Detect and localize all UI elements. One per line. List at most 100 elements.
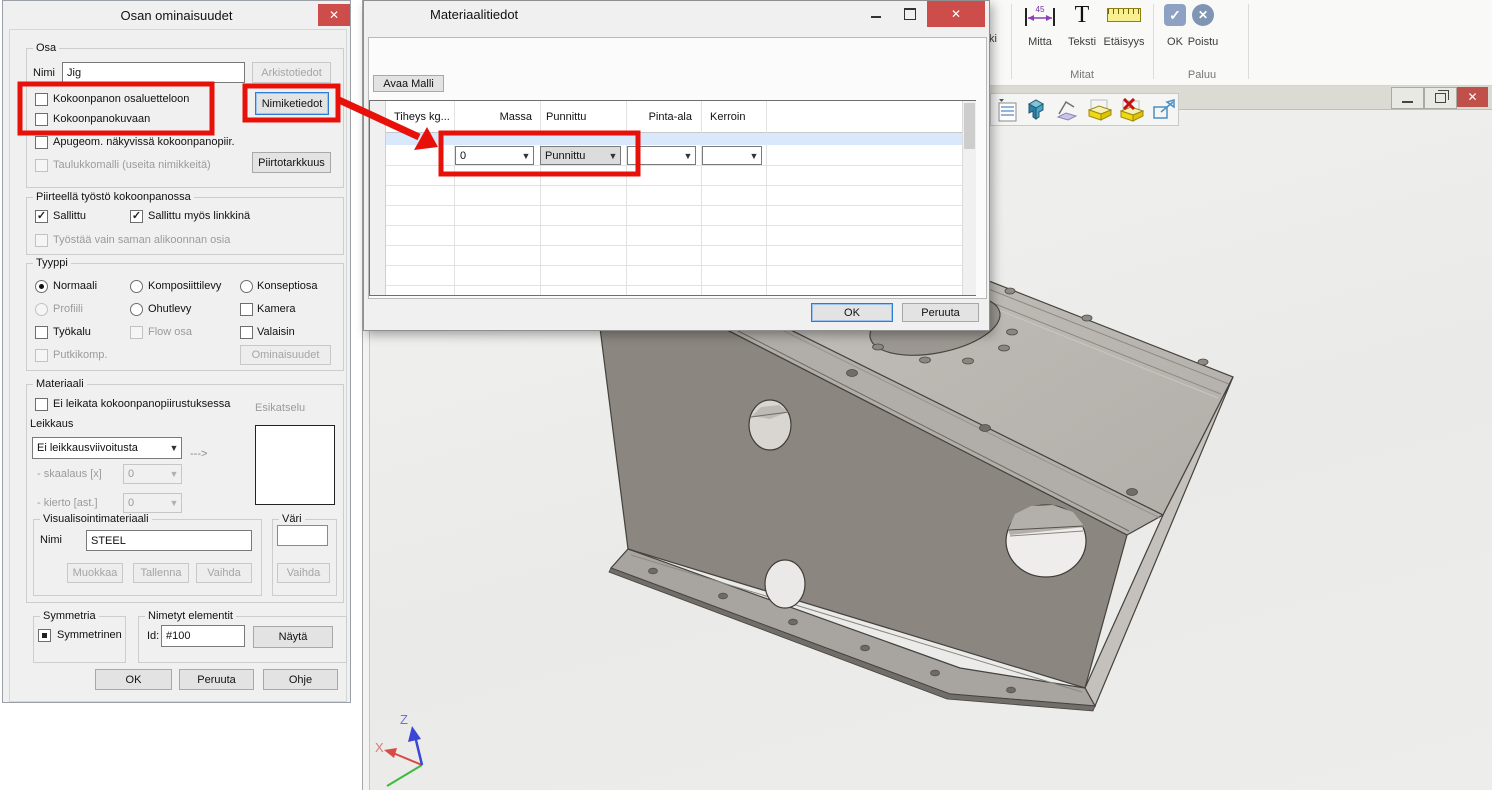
- color-swatch: [277, 525, 328, 546]
- leikkaus-dropdown[interactable]: Ei leikkausviivoitusta▼: [32, 437, 182, 459]
- dialog-title: Osan ominaisuudet: [3, 9, 350, 22]
- text-icon[interactable]: T: [1068, 1, 1096, 29]
- checkbox-putkikomp[interactable]: [35, 349, 48, 362]
- ominaisuudet-button[interactable]: Ominaisuudet: [240, 345, 331, 365]
- close-icon[interactable]: ✕: [318, 4, 350, 26]
- checkbox-apugeom-label: Apugeom. näkyvissä kokoonpanopiir.: [53, 136, 235, 149]
- punnittu-dropdown[interactable]: Punnittu▼: [540, 146, 621, 165]
- dialog-titlebar[interactable]: Osan ominaisuudet: [3, 1, 350, 29]
- skaalaus-dropdown[interactable]: 0▼: [123, 464, 182, 484]
- ok-button[interactable]: OK: [95, 669, 172, 690]
- export-geometry-icon[interactable]: [1151, 98, 1178, 122]
- vis-material-field[interactable]: STEEL: [86, 530, 252, 551]
- checkbox-symmetrinen-label: Symmetrinen: [57, 629, 122, 642]
- model-list-icon[interactable]: [997, 98, 1018, 122]
- poistu-button[interactable]: Poistu: [1183, 36, 1223, 48]
- checkbox-flow-osa[interactable]: [130, 326, 143, 339]
- checkbox-kamera[interactable]: [240, 303, 253, 316]
- delete-solid-icon[interactable]: [1118, 98, 1145, 122]
- esikatselu-label: Esikatselu: [255, 402, 305, 415]
- chevron-down-icon: ▼: [519, 151, 533, 161]
- leikkaus-dropdown-value: Ei leikkausviivoitusta: [37, 442, 138, 454]
- col-kerroin[interactable]: Kerroin: [710, 111, 745, 124]
- chevron-down-icon: ▼: [167, 469, 181, 479]
- sheet-face-icon[interactable]: [1055, 98, 1080, 122]
- radio-profiili[interactable]: [35, 303, 48, 316]
- checkbox-sallittu[interactable]: [35, 210, 48, 223]
- solid-box-icon[interactable]: [1086, 98, 1113, 122]
- ok-check-icon[interactable]: ✓: [1164, 4, 1186, 26]
- avaa-malli-button[interactable]: Avaa Malli: [373, 75, 444, 92]
- checkbox-tyokalu[interactable]: [35, 326, 48, 339]
- radio-konseptiosa[interactable]: [240, 280, 253, 293]
- radio-ohutlevy-label: Ohutlevy: [148, 303, 191, 316]
- minimize-icon[interactable]: [1391, 87, 1424, 109]
- maximize-icon[interactable]: [893, 1, 927, 27]
- chevron-down-icon: ▼: [167, 498, 181, 508]
- checkbox-kokoonpanokuva[interactable]: [35, 113, 48, 126]
- ribbon-toolbar: ki 45 Mitta T Teksti Etäisyys Mitat ✓ OK…: [980, 0, 1492, 86]
- ok-button[interactable]: OK: [811, 303, 893, 322]
- skaalaus-label: - skaalaus [x]: [37, 468, 102, 481]
- col-tiheys[interactable]: Tiheys kg...: [394, 111, 450, 124]
- kierto-dropdown[interactable]: 0▼: [123, 493, 182, 513]
- checkbox-taulukkomalli-label: Taulukkomalli (useita nimikkeitä): [53, 159, 211, 172]
- checkbox-ei-leikata[interactable]: [35, 398, 48, 411]
- col-punnittu[interactable]: Punnittu: [546, 111, 586, 124]
- element-id-field[interactable]: #100: [161, 625, 245, 647]
- pinta-ala-dropdown[interactable]: ▼: [627, 146, 696, 165]
- close-icon[interactable]: ✕: [927, 1, 985, 27]
- nayta-button[interactable]: Näytä: [253, 626, 333, 648]
- selected-row[interactable]: [386, 133, 962, 145]
- close-icon[interactable]: ✕: [1457, 87, 1488, 107]
- piirtotarkkuus-button[interactable]: Piirtotarkkuus: [252, 152, 331, 173]
- scrollbar-thumb[interactable]: [964, 103, 975, 149]
- hatch-preview-box: [255, 425, 335, 505]
- radio-normaali-label: Normaali: [53, 280, 97, 293]
- radio-normaali[interactable]: [35, 280, 48, 293]
- ohje-button[interactable]: Ohje: [263, 669, 338, 690]
- exit-x-icon[interactable]: ✕: [1192, 4, 1214, 26]
- checkbox-valaisin[interactable]: [240, 326, 253, 339]
- kerroin-dropdown[interactable]: ▼: [702, 146, 762, 165]
- checkbox-symmetrinen[interactable]: [38, 629, 51, 642]
- restore-icon[interactable]: [1424, 87, 1457, 109]
- checkbox-osaluettelo[interactable]: [35, 93, 48, 106]
- dimension-icon-value: 45: [1036, 5, 1045, 14]
- teksti-button[interactable]: Teksti: [1061, 36, 1103, 48]
- part-name-field[interactable]: Jig: [62, 62, 245, 83]
- col-pinta-ala[interactable]: Pinta-ala: [621, 111, 692, 124]
- minimize-icon[interactable]: [859, 1, 893, 27]
- nimiketiedot-button[interactable]: Nimiketiedot: [255, 92, 329, 115]
- dimension-icon[interactable]: 45: [1023, 4, 1057, 28]
- skaalaus-dropdown-value: 0: [128, 468, 134, 480]
- mitta-button[interactable]: Mitta: [1018, 36, 1062, 48]
- peruuta-button[interactable]: Peruuta: [902, 303, 979, 322]
- checkbox-taulukkomalli[interactable]: [35, 159, 48, 172]
- kierto-dropdown-value: 0: [128, 497, 134, 509]
- table-scrollbar[interactable]: [962, 101, 976, 295]
- radio-komposiittilevy[interactable]: [130, 280, 143, 293]
- checkbox-tyosta-alikoonta[interactable]: [35, 234, 48, 247]
- kierto-label: - kierto [ast.]: [37, 497, 98, 510]
- checkbox-kamera-label: Kamera: [257, 303, 296, 316]
- ruler-icon[interactable]: [1107, 8, 1141, 22]
- tallenna-button[interactable]: Tallenna: [133, 563, 189, 583]
- checkbox-sallittu-label: Sallittu: [53, 210, 86, 223]
- part-block-icon[interactable]: [1024, 98, 1049, 122]
- muokkaa-button[interactable]: Muokkaa: [67, 563, 123, 583]
- material-table[interactable]: Tiheys kg... Massa Punnittu Pinta-ala Ke…: [369, 100, 976, 296]
- checkbox-kokoonpanokuva-label: Kokoonpanokuvaan: [53, 113, 150, 126]
- checkbox-sallittu-linkkina[interactable]: [130, 210, 143, 223]
- massa-dropdown[interactable]: 0▼: [455, 146, 534, 165]
- peruuta-button[interactable]: Peruuta: [179, 669, 254, 690]
- vaihda-button[interactable]: Vaihda: [196, 563, 252, 583]
- checkbox-apugeom[interactable]: [35, 136, 48, 149]
- radio-ohutlevy[interactable]: [130, 303, 143, 316]
- col-massa[interactable]: Massa: [454, 111, 532, 124]
- ribbon-separator: [1011, 4, 1012, 79]
- arkistotiedot-button[interactable]: Arkistotiedot: [252, 62, 331, 83]
- vari-vaihda-button[interactable]: Vaihda: [277, 563, 330, 583]
- etaisyys-button[interactable]: Etäisyys: [1101, 36, 1147, 48]
- ribbon-separator: [1248, 4, 1249, 79]
